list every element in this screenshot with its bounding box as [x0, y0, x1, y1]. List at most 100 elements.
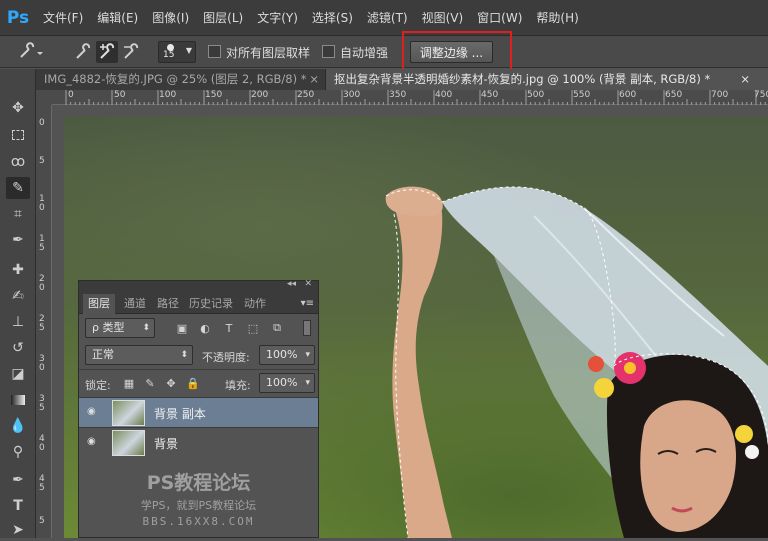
- shape-filter-icon[interactable]: ⬚: [246, 321, 260, 335]
- close-icon[interactable]: ×: [740, 69, 750, 90]
- layer-name: 背景 副本: [154, 407, 206, 421]
- eyedropper-tool[interactable]: ✒: [6, 229, 30, 251]
- layer-row-background-copy[interactable]: ◉ 背景 副本: [79, 397, 318, 427]
- ruler-label: 150: [205, 90, 223, 100]
- brush-size-picker[interactable]: 15 ▼: [158, 41, 196, 63]
- ruler-label: 600: [619, 90, 637, 100]
- gradient-tool[interactable]: [6, 389, 30, 411]
- eye-icon[interactable]: ◉: [87, 406, 101, 420]
- filter-type-dropdown[interactable]: ρ 类型 ⬍: [85, 318, 155, 338]
- add-to-selection-brush-button[interactable]: [96, 41, 118, 63]
- fill-field[interactable]: 100% ▾: [259, 373, 315, 393]
- marquee-tool[interactable]: [6, 124, 30, 146]
- eraser-tool[interactable]: ◪: [6, 363, 30, 385]
- gradient-icon: [11, 395, 25, 405]
- tool-preset-picker[interactable]: [14, 41, 44, 63]
- adjustment-filter-icon[interactable]: ◐: [198, 321, 212, 335]
- ruler-label: 2 0: [39, 274, 45, 293]
- menu-select[interactable]: 选择(S): [305, 0, 360, 36]
- quick-selection-icon: ✎: [12, 180, 24, 196]
- tools-panel: ✥ ꝏ ✎ ⌗ ✒ ✚ ✍ ⊥ ↺ ◪ 💧 ⚲ ✒ T ➤: [0, 69, 36, 538]
- dodge-icon: ⚲: [12, 444, 24, 460]
- type-icon: T: [13, 498, 23, 514]
- menu-layer[interactable]: 图层(L): [196, 0, 250, 36]
- ruler-label: 700: [711, 90, 729, 100]
- watermark-title: PS教程论坛: [146, 472, 251, 494]
- pixel-filter-icon[interactable]: ▣: [175, 321, 189, 335]
- tab-layers[interactable]: 图层: [83, 294, 115, 314]
- menu-edit[interactable]: 编辑(E): [90, 0, 145, 36]
- ruler-label: 0: [39, 118, 45, 128]
- menu-type[interactable]: 文字(Y): [250, 0, 305, 36]
- lock-position-icon[interactable]: ✥: [164, 376, 178, 390]
- watermark: PS教程论坛 学PS，就到PS教程论坛 BBS.16XX8.COM: [79, 468, 318, 528]
- history-brush-tool[interactable]: ↺: [6, 337, 30, 359]
- history-brush-icon: ↺: [12, 340, 24, 356]
- ruler-label: 650: [665, 90, 683, 100]
- move-tool[interactable]: ✥: [6, 97, 30, 119]
- marquee-icon: [12, 130, 24, 140]
- highlight-annotation-box: [402, 31, 512, 71]
- healing-brush-tool[interactable]: ✚: [6, 259, 30, 281]
- ruler-label: 500: [527, 90, 545, 100]
- type-tool[interactable]: T: [6, 495, 30, 517]
- smart-object-filter-icon[interactable]: ⧉: [270, 321, 284, 335]
- menu-help[interactable]: 帮助(H): [529, 0, 585, 36]
- collapse-icon[interactable]: ◂◂: [287, 279, 296, 289]
- subtract-from-selection-brush-button[interactable]: [120, 41, 142, 63]
- ruler-label: 0: [68, 90, 74, 100]
- blur-tool[interactable]: 💧: [6, 415, 30, 437]
- chevron-down-icon: ▾: [305, 350, 310, 360]
- layer-thumbnail: [112, 400, 145, 426]
- pen-tool[interactable]: ✒: [6, 469, 30, 491]
- dodge-tool[interactable]: ⚲: [6, 441, 30, 463]
- tab-label: IMG_4882-恢复的.JPG @ 25% (图层 2, RGB/8) *: [44, 72, 307, 86]
- lock-pixels-icon[interactable]: ✎: [143, 376, 157, 390]
- new-selection-brush-button[interactable]: [72, 41, 94, 63]
- layer-name: 背景: [154, 437, 179, 451]
- type-filter-icon[interactable]: T: [222, 321, 236, 335]
- canvas-margin-top: [52, 105, 768, 116]
- menu-image[interactable]: 图像(I): [145, 0, 196, 36]
- layers-panel: ◂◂ ✕ 图层 通道 路径 历史记录 动作 ▾≡ ρ 类型 ⬍ ▣ ◐ T ⬚ …: [78, 279, 319, 538]
- watermark-url: BBS.16XX8.COM: [142, 515, 255, 528]
- tab-img-4882[interactable]: IMG_4882-恢复的.JPG @ 25% (图层 2, RGB/8) * ×: [36, 69, 326, 90]
- clone-stamp-tool[interactable]: ⊥: [6, 311, 30, 333]
- filter-toggle-switch[interactable]: [303, 320, 311, 336]
- opacity-field[interactable]: 100% ▾: [259, 345, 315, 365]
- sample-all-layers-checkbox[interactable]: [208, 45, 221, 58]
- tab-history[interactable]: 历史记录: [184, 294, 238, 314]
- panel-header[interactable]: ◂◂ ✕: [79, 279, 318, 294]
- move-icon: ✥: [12, 100, 24, 116]
- stamp-icon: ⊥: [11, 314, 25, 330]
- ruler-label: 4 5: [39, 474, 45, 493]
- lock-all-icon[interactable]: 🔒: [186, 376, 200, 390]
- close-icon[interactable]: ✕: [304, 279, 312, 289]
- tab-actions[interactable]: 动作: [239, 294, 271, 314]
- layer-row-background[interactable]: ◉ 背景: [79, 427, 318, 457]
- ruler-label: 200: [251, 90, 269, 100]
- menu-file[interactable]: 文件(F): [36, 0, 90, 36]
- quick-selection-icon: [20, 42, 43, 58]
- blend-mode-dropdown[interactable]: 正常 ⬍: [85, 345, 193, 365]
- panel-menu-icon[interactable]: ▾≡: [301, 298, 314, 309]
- close-icon[interactable]: ×: [309, 69, 319, 90]
- lock-transparency-icon[interactable]: ▦: [122, 376, 136, 390]
- photoshop-logo: Ps: [6, 7, 30, 28]
- brush-tool[interactable]: ✍: [6, 285, 30, 307]
- ruler-label: 100: [159, 90, 177, 100]
- opacity-value: 100%: [266, 348, 298, 361]
- ruler-label: 750: [754, 90, 768, 100]
- quick-selection-tool[interactable]: ✎: [6, 177, 30, 199]
- pen-icon: ✒: [12, 472, 24, 488]
- canvas-margin-left: [52, 116, 64, 538]
- lasso-tool[interactable]: ꝏ: [6, 151, 30, 173]
- tab-paths[interactable]: 路径: [152, 294, 184, 314]
- eye-icon[interactable]: ◉: [87, 436, 101, 450]
- auto-enhance-checkbox[interactable]: [322, 45, 335, 58]
- tab-wedding-veil[interactable]: 抠出复杂背景半透明婚纱素材-恢复的.jpg @ 100% (背景 副本, RGB…: [326, 69, 768, 90]
- crop-tool[interactable]: ⌗: [6, 203, 30, 225]
- brush-icon: ✍: [12, 288, 24, 304]
- tab-channels[interactable]: 通道: [119, 294, 151, 314]
- fill-value: 100%: [266, 376, 298, 389]
